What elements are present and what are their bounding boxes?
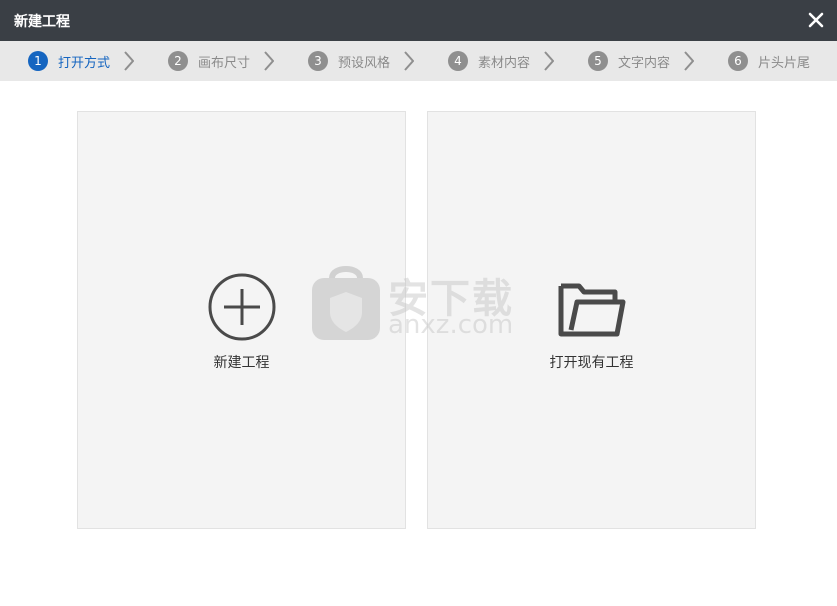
step-label: 片头片尾 bbox=[758, 55, 811, 71]
chevron-right-icon bbox=[684, 51, 695, 71]
plus-circle-icon bbox=[208, 273, 275, 341]
step-number: 6 bbox=[728, 51, 748, 71]
new-project-card[interactable]: 新建工程 bbox=[77, 111, 406, 529]
chevron-right-icon bbox=[124, 51, 135, 71]
new-project-label: 新建工程 bbox=[213, 355, 270, 371]
step-4[interactable]: 4 素材内容 bbox=[448, 41, 555, 81]
step-3[interactable]: 3 预设风格 bbox=[308, 41, 415, 81]
step-1[interactable]: 1 打开方式 bbox=[28, 41, 135, 81]
title-bar: 新建工程 bbox=[0, 0, 837, 41]
step-6[interactable]: 6 片头片尾 bbox=[728, 41, 810, 81]
open-project-card[interactable]: 打开现有工程 bbox=[427, 111, 756, 529]
chevron-right-icon bbox=[544, 51, 555, 71]
step-label: 预设风格 bbox=[338, 55, 391, 71]
step-2[interactable]: 2 画布尺寸 bbox=[168, 41, 275, 81]
step-label: 素材内容 bbox=[478, 55, 531, 71]
chevron-right-icon bbox=[404, 51, 415, 71]
step-number: 3 bbox=[308, 51, 328, 71]
open-project-label: 打开现有工程 bbox=[549, 355, 634, 371]
folder-icon bbox=[558, 283, 625, 337]
step-label: 打开方式 bbox=[58, 55, 111, 71]
step-number: 5 bbox=[588, 51, 608, 71]
step-number: 2 bbox=[168, 51, 188, 71]
step-bar: 1 打开方式 2 画布尺寸 3 预设风格 4 素材内容 5 文字内容 6 片头片… bbox=[0, 41, 837, 81]
step-label: 画布尺寸 bbox=[198, 55, 251, 71]
window-title: 新建工程 bbox=[14, 13, 70, 30]
step-number: 1 bbox=[28, 51, 48, 71]
step-label: 文字内容 bbox=[618, 55, 671, 71]
chevron-right-icon bbox=[264, 51, 275, 71]
close-icon[interactable] bbox=[807, 11, 825, 29]
step-5[interactable]: 5 文字内容 bbox=[588, 41, 695, 81]
step-number: 4 bbox=[448, 51, 468, 71]
